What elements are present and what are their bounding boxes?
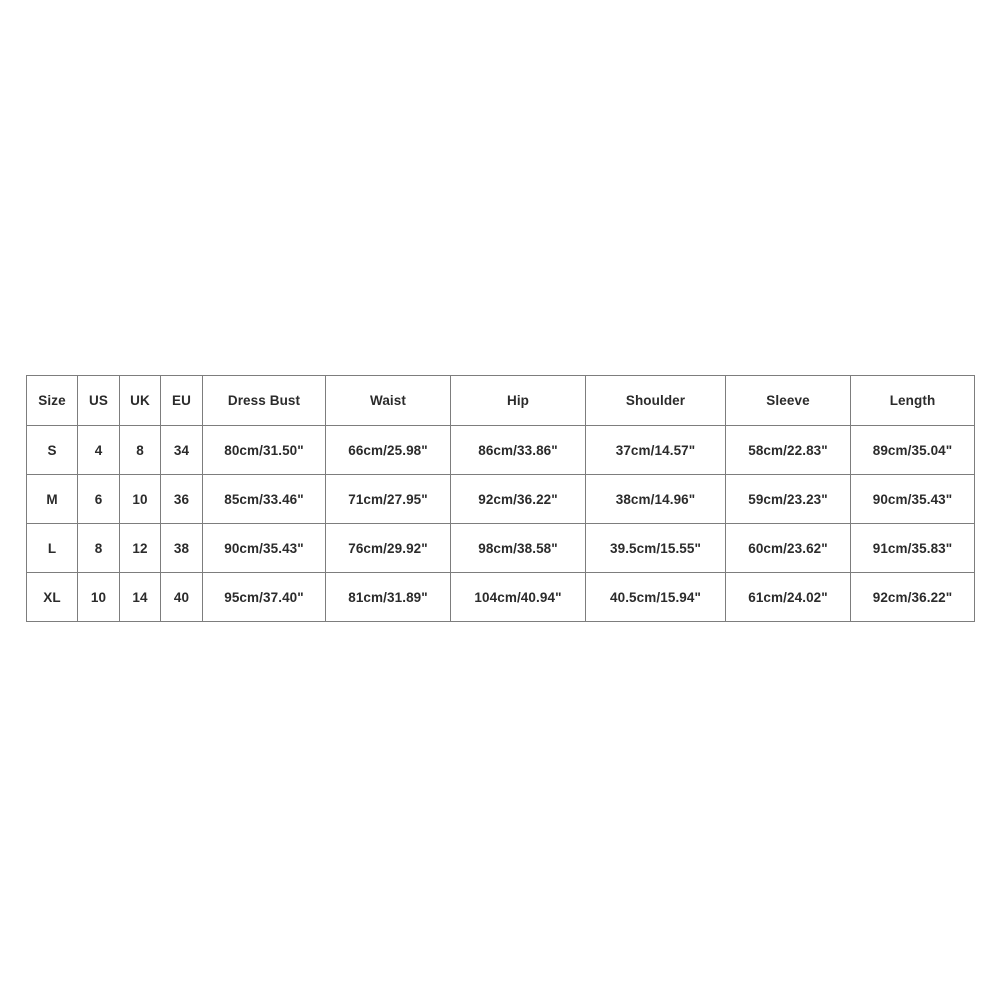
cell-sleeve: 60cm/23.62" [725, 523, 851, 573]
column-header-uk: UK [119, 375, 161, 426]
size-chart-header: Size US UK EU Dress Bust Waist Hip Shoul… [26, 375, 975, 426]
table-row: XL 10 14 40 95cm/37.40" 81cm/31.89" 104c… [26, 572, 975, 622]
cell-length: 92cm/36.22" [850, 572, 975, 622]
cell-dress-bust: 85cm/33.46" [202, 474, 326, 524]
cell-hip: 92cm/36.22" [450, 474, 586, 524]
column-header-dress-bust: Dress Bust [202, 375, 326, 426]
cell-sleeve: 61cm/24.02" [725, 572, 851, 622]
cell-length: 89cm/35.04" [850, 425, 975, 475]
cell-uk: 14 [119, 572, 161, 622]
column-header-sleeve: Sleeve [725, 375, 851, 426]
cell-size: XL [26, 572, 78, 622]
cell-uk: 8 [119, 425, 161, 475]
cell-size: S [26, 425, 78, 475]
column-header-us: US [77, 375, 120, 426]
size-chart-body: S 4 8 34 80cm/31.50" 66cm/25.98" 86cm/33… [26, 425, 975, 622]
cell-eu: 38 [160, 523, 203, 573]
cell-us: 8 [77, 523, 120, 573]
table-row: L 8 12 38 90cm/35.43" 76cm/29.92" 98cm/3… [26, 523, 975, 573]
cell-waist: 71cm/27.95" [325, 474, 451, 524]
cell-waist: 66cm/25.98" [325, 425, 451, 475]
cell-sleeve: 59cm/23.23" [725, 474, 851, 524]
column-header-eu: EU [160, 375, 203, 426]
cell-size: L [26, 523, 78, 573]
cell-us: 4 [77, 425, 120, 475]
cell-waist: 76cm/29.92" [325, 523, 451, 573]
cell-hip: 86cm/33.86" [450, 425, 586, 475]
cell-shoulder: 39.5cm/15.55" [585, 523, 726, 573]
cell-shoulder: 37cm/14.57" [585, 425, 726, 475]
column-header-hip: Hip [450, 375, 586, 426]
table-header-row: Size US UK EU Dress Bust Waist Hip Shoul… [26, 375, 975, 426]
cell-hip: 104cm/40.94" [450, 572, 586, 622]
cell-shoulder: 38cm/14.96" [585, 474, 726, 524]
column-header-waist: Waist [325, 375, 451, 426]
table-row: S 4 8 34 80cm/31.50" 66cm/25.98" 86cm/33… [26, 425, 975, 475]
cell-eu: 40 [160, 572, 203, 622]
cell-dress-bust: 90cm/35.43" [202, 523, 326, 573]
column-header-length: Length [850, 375, 975, 426]
column-header-size: Size [26, 375, 78, 426]
cell-hip: 98cm/38.58" [450, 523, 586, 573]
cell-eu: 34 [160, 425, 203, 475]
cell-uk: 10 [119, 474, 161, 524]
size-chart-container: Size US UK EU Dress Bust Waist Hip Shoul… [26, 375, 975, 622]
cell-us: 6 [77, 474, 120, 524]
size-chart-table: Size US UK EU Dress Bust Waist Hip Shoul… [26, 375, 975, 622]
cell-dress-bust: 95cm/37.40" [202, 572, 326, 622]
cell-uk: 12 [119, 523, 161, 573]
cell-waist: 81cm/31.89" [325, 572, 451, 622]
table-row: M 6 10 36 85cm/33.46" 71cm/27.95" 92cm/3… [26, 474, 975, 524]
cell-sleeve: 58cm/22.83" [725, 425, 851, 475]
cell-length: 91cm/35.83" [850, 523, 975, 573]
cell-size: M [26, 474, 78, 524]
cell-length: 90cm/35.43" [850, 474, 975, 524]
cell-shoulder: 40.5cm/15.94" [585, 572, 726, 622]
cell-us: 10 [77, 572, 120, 622]
cell-eu: 36 [160, 474, 203, 524]
column-header-shoulder: Shoulder [585, 375, 726, 426]
cell-dress-bust: 80cm/31.50" [202, 425, 326, 475]
